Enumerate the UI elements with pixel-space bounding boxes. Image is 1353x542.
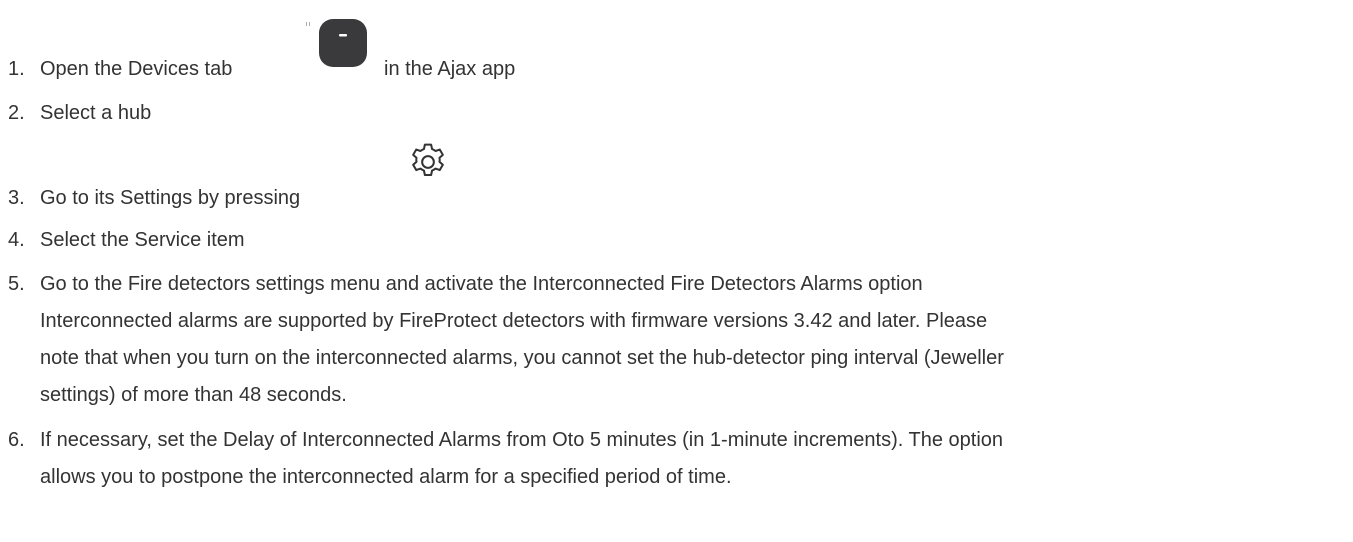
step-4: 4. Select the Service item xyxy=(8,228,245,252)
step-6-continuation: allows you to postpone the interconnecte… xyxy=(40,466,732,488)
step-text: Select a hub xyxy=(40,102,152,124)
step-text: Open the Devices tab xyxy=(40,58,233,80)
step-6: 6. If necessary, set the Delay of Interco… xyxy=(8,428,1003,452)
step-text: Go to the Fire detectors settings menu a… xyxy=(40,273,923,295)
step-5-note-line: Interconnected alarms are supported by F… xyxy=(40,310,988,332)
devices-tab-icon xyxy=(319,19,367,67)
step-text: Select the Service item xyxy=(40,229,245,251)
step-number: 6. xyxy=(8,429,25,451)
step-number: 3. xyxy=(8,187,25,209)
step-1: 1. Open the Devices tab xyxy=(8,57,232,81)
step-text: If necessary, set the Delay of Interconn… xyxy=(40,429,1004,451)
step-5-note-line: note that when you turn on the interconn… xyxy=(40,347,1004,369)
separator-mark xyxy=(306,22,310,26)
step-number: 2. xyxy=(8,102,25,124)
step-2: 2. Select a hub xyxy=(8,101,151,125)
step-text: Go to its Settings by pressing xyxy=(40,187,301,209)
step-5-note-line: settings) of more than 48 seconds. xyxy=(40,384,347,406)
step-number: 5. xyxy=(8,273,25,295)
step-5: 5. Go to the Fire detectors settings menu… xyxy=(8,272,923,296)
gear-icon xyxy=(412,143,444,177)
step-number: 4. xyxy=(8,229,25,251)
step-number: 1. xyxy=(8,58,25,80)
step-text-after-icon: in the Ajax app xyxy=(384,58,516,80)
step-3: 3. Go to its Settings by pressing xyxy=(8,186,300,210)
